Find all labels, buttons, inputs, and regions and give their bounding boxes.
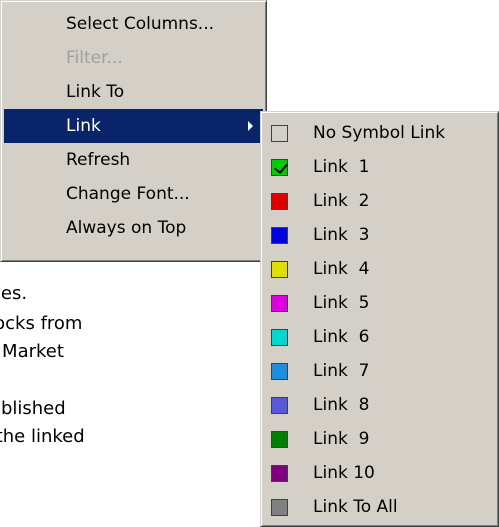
submenu-item-link-1[interactable]: Link 1 xyxy=(264,150,495,184)
submenu-item-link-2[interactable]: Link 2 xyxy=(264,184,495,218)
magenta-swatch-icon xyxy=(271,295,288,312)
document-text-line: manipulate the linked xyxy=(0,426,85,447)
submenu-item-link-3[interactable]: Link 3 xyxy=(264,218,495,252)
submenu-item-no-symbol-link[interactable]: No Symbol Link xyxy=(264,116,495,150)
menu-item-label: Change Font... xyxy=(66,184,190,204)
submenu-item-link-to-all[interactable]: Link To All xyxy=(264,490,495,524)
submenu-item-link-7[interactable]: Link 7 xyxy=(264,354,495,388)
menu-item-label: Select Columns... xyxy=(66,14,215,34)
submenu-item-label: Link 9 xyxy=(313,429,370,449)
gray-swatch-icon xyxy=(271,499,288,516)
menu-item-always-on-top[interactable]: Always on Top xyxy=(4,211,263,245)
submenu-item-link-6[interactable]: Link 6 xyxy=(264,320,495,354)
submenu-item-label: Link 4 xyxy=(313,259,370,279)
menu-item-label: Always on Top xyxy=(66,218,187,238)
dark-green-swatch-icon xyxy=(271,431,288,448)
menu-item-label: Filter... xyxy=(66,48,123,68)
submenu-arrow-icon xyxy=(248,121,253,131)
menu-item-select-columns[interactable]: Select Columns... xyxy=(4,7,263,41)
red-swatch-icon xyxy=(271,193,288,210)
submenu-item-label: Link 5 xyxy=(313,293,370,313)
link-submenu: No Symbol Link Link 1 Link 2 Link 3 Link… xyxy=(260,111,499,527)
purple-swatch-icon xyxy=(271,465,288,482)
context-menu: Select Columns... Filter... Link To Link… xyxy=(0,0,267,262)
menu-item-link[interactable]: Link xyxy=(4,109,263,143)
submenu-item-link-4[interactable]: Link 4 xyxy=(264,252,495,286)
document-text-line: a link is established xyxy=(0,398,66,419)
green-check-swatch-icon xyxy=(271,159,288,176)
submenu-item-label: Link 2 xyxy=(313,191,370,211)
menu-item-filter: Filter... xyxy=(4,41,263,75)
empty-swatch-icon xyxy=(271,125,288,142)
submenu-item-label: No Symbol Link xyxy=(313,123,446,143)
menu-item-label: Refresh xyxy=(66,150,131,170)
submenu-item-label: Link 7 xyxy=(313,361,370,381)
submenu-item-label: Link 3 xyxy=(313,225,370,245)
submenu-item-link-9[interactable]: Link 9 xyxy=(264,422,495,456)
submenu-item-label: Link 6 xyxy=(313,327,370,347)
submenu-item-link-5[interactable]: Link 5 xyxy=(264,286,495,320)
submenu-item-label: Link 8 xyxy=(313,395,370,415)
submenu-item-label: Link 1 xyxy=(313,157,370,177)
blue-swatch-icon xyxy=(271,227,288,244)
cyan-swatch-icon xyxy=(271,329,288,346)
submenu-item-link-8[interactable]: Link 8 xyxy=(264,388,495,422)
submenu-item-link-10[interactable]: Link 10 xyxy=(264,456,495,490)
document-text-line: is linked to a Market xyxy=(0,341,64,362)
submenu-item-label: Link To All xyxy=(313,497,398,517)
yellow-swatch-icon xyxy=(271,261,288,278)
menu-item-link-to[interactable]: Link To xyxy=(4,75,263,109)
sky-blue-swatch-icon xyxy=(271,363,288,380)
menu-item-label: Link xyxy=(66,116,101,136)
submenu-item-label: Link 10 xyxy=(313,463,375,483)
menu-item-label: Link To xyxy=(66,82,125,102)
menu-item-change-font[interactable]: Change Font... xyxy=(4,177,263,211)
document-text-line: selected stocks from xyxy=(0,313,83,334)
slate-blue-swatch-icon xyxy=(271,397,288,414)
menu-item-refresh[interactable]: Refresh xyxy=(4,143,263,177)
